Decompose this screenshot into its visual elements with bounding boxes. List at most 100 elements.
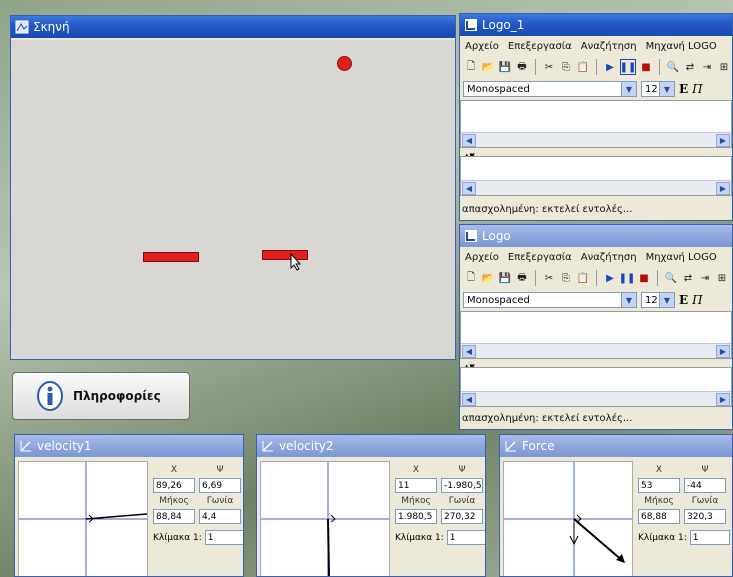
angle-field[interactable]: 4,4 (199, 509, 241, 524)
font-size-select[interactable]: 12 ▼ (641, 292, 675, 308)
logo2-titlebar[interactable]: Logo (460, 225, 732, 247)
velocity2-titlebar[interactable]: velocity2 (257, 435, 485, 457)
menu-logo-engine[interactable]: Μηχανή LOGO (646, 252, 717, 263)
bold-icon[interactable]: E (679, 82, 688, 96)
vector-icon (19, 439, 33, 453)
menu-file[interactable]: Αρχείο (465, 252, 499, 263)
menu-search[interactable]: Αναζήτηση (581, 252, 637, 263)
vector-panel-velocity1: velocity1 X Ψ 89,26 6,69 Μήκος Γωνία 88,84 4… (14, 434, 244, 577)
vector-grid[interactable] (503, 461, 633, 576)
logo1-font-row: Monospaced ▼ 12 ▼ E Π (460, 78, 732, 100)
x-field[interactable]: 89,26 (153, 478, 195, 493)
vector-grid[interactable] (260, 461, 390, 576)
font-family-select[interactable]: Monospaced ▼ (463, 81, 637, 97)
add-icon[interactable]: ⊞ (717, 60, 731, 74)
logo1-editor-upper[interactable]: ◀ ▶ (460, 100, 732, 148)
paste-icon[interactable]: 📋 (576, 60, 590, 74)
font-size-select[interactable]: 12 ▼ (641, 81, 675, 97)
menu-edit[interactable]: Επεξεργασία (508, 252, 572, 263)
italic-icon[interactable]: Π (692, 293, 702, 307)
logo2-editor-upper[interactable]: ◀ ▶ (460, 311, 732, 359)
logo2-editor-lower[interactable]: ◀ ▶ (460, 367, 732, 407)
angle-field[interactable]: 320,3 (684, 509, 726, 524)
add-icon[interactable]: ⊞ (715, 271, 729, 285)
hscrollbar[interactable]: ◀ ▶ (461, 391, 731, 406)
bold-icon[interactable]: E (679, 293, 688, 307)
scale-field[interactable]: 1 (689, 530, 730, 545)
logo1-titlebar[interactable]: Logo_1 (460, 14, 732, 36)
find-icon[interactable]: 🔍 (666, 60, 680, 74)
force-titlebar[interactable]: Force (500, 435, 732, 457)
scene-icon (15, 20, 29, 34)
cut-icon[interactable]: ✂ (542, 271, 556, 285)
run-icon[interactable]: ▶ (603, 271, 617, 285)
y-field[interactable]: 6,69 (199, 478, 241, 493)
pause-icon[interactable]: ❚❚ (619, 271, 636, 285)
force-title: Force (522, 439, 555, 453)
length-field[interactable]: 1.980,5 (395, 509, 437, 524)
new-icon[interactable]: 🗋 (464, 60, 478, 74)
x-field[interactable]: 11 (395, 478, 437, 493)
copy-icon[interactable]: ⎘ (559, 60, 573, 74)
velocity1-title: velocity1 (37, 439, 92, 453)
splitter[interactable]: ▲▼ (460, 359, 732, 371)
scale-field[interactable]: 1 (446, 530, 485, 545)
save-icon[interactable]: 💾 (498, 271, 512, 285)
scene-titlebar[interactable]: Σκηνή (11, 16, 455, 38)
toolbar-separator (596, 270, 597, 286)
pause-icon[interactable]: ❚❚ (620, 59, 636, 75)
print-icon[interactable]: 🖶 (515, 271, 529, 285)
menu-file[interactable]: Αρχείο (465, 41, 499, 52)
length-field[interactable]: 88,84 (153, 509, 195, 524)
vector-fields: X Ψ 53 -44 Μήκος Γωνία 68,88 320,3 Κλίμακα 1… (638, 465, 732, 545)
replace-icon[interactable]: ⇄ (681, 271, 695, 285)
run-icon[interactable]: ▶ (603, 60, 617, 74)
scene-canvas[interactable] (11, 40, 455, 359)
y-field[interactable]: -1.980,5 (441, 478, 483, 493)
logo2-toolbar: 🗋 📂 💾 🖶 ✂ ⎘ 📋 ▶ ❚❚ ■ 🔍 ⇄ ⇥ ⊞ (460, 267, 732, 289)
italic-icon[interactable]: Π (692, 82, 702, 96)
chevron-down-icon: ▼ (659, 293, 674, 307)
info-button[interactable]: Πληροφορίες (12, 372, 190, 420)
print-icon[interactable]: 🖶 (515, 60, 529, 74)
logo1-editor-lower[interactable]: ◀ ▶ (460, 156, 732, 196)
y-field[interactable]: -44 (684, 478, 726, 493)
length-field[interactable]: 68,88 (638, 509, 680, 524)
stop-icon[interactable]: ■ (637, 271, 651, 285)
goto-icon[interactable]: ⇥ (700, 60, 714, 74)
hscrollbar[interactable]: ◀ ▶ (461, 132, 731, 147)
x-label: X (655, 465, 663, 475)
velocity1-titlebar[interactable]: velocity1 (15, 435, 243, 457)
vector-grid[interactable] (18, 461, 148, 576)
font-family-select[interactable]: Monospaced ▼ (463, 292, 637, 308)
chevron-down-icon: ▼ (621, 82, 636, 96)
paste-icon[interactable]: 📋 (576, 271, 590, 285)
ball[interactable] (337, 56, 352, 71)
copy-icon[interactable]: ⎘ (559, 271, 573, 285)
scale-field[interactable]: 1 (204, 530, 243, 545)
angle-label: Γωνία (206, 496, 234, 506)
open-icon[interactable]: 📂 (481, 271, 495, 285)
goto-icon[interactable]: ⇥ (698, 271, 712, 285)
toolbar-separator (659, 59, 660, 75)
hscrollbar[interactable]: ◀ ▶ (461, 343, 731, 358)
vector-plot (504, 462, 632, 576)
vector-icon (504, 439, 518, 453)
replace-icon[interactable]: ⇄ (683, 60, 697, 74)
new-icon[interactable]: 🗋 (464, 271, 478, 285)
hscrollbar[interactable]: ◀ ▶ (461, 180, 731, 195)
paddle-left[interactable] (143, 252, 199, 262)
open-icon[interactable]: 📂 (481, 60, 495, 74)
stop-icon[interactable]: ■ (639, 60, 653, 74)
menu-edit[interactable]: Επεξεργασία (508, 41, 572, 52)
menu-logo-engine[interactable]: Μηχανή LOGO (646, 41, 717, 52)
find-icon[interactable]: 🔍 (664, 271, 678, 285)
cut-icon[interactable]: ✂ (542, 60, 556, 74)
splitter[interactable]: ▲▼ (460, 148, 732, 160)
angle-field[interactable]: 270,32 (441, 509, 483, 524)
menu-search[interactable]: Αναζήτηση (581, 41, 637, 52)
vector-plot (19, 462, 148, 576)
save-icon[interactable]: 💾 (498, 60, 512, 74)
scale-label: Κλίμακα 1: (153, 532, 202, 543)
x-field[interactable]: 53 (638, 478, 680, 493)
